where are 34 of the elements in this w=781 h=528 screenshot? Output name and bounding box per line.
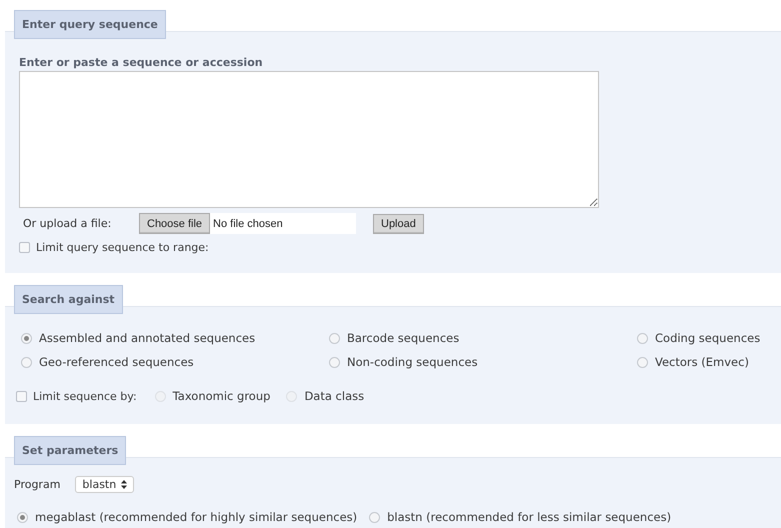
file-status: No file chosen (212, 218, 283, 230)
section-title: Search against (14, 285, 123, 314)
radio-button[interactable] (369, 512, 380, 522)
upload-label: Or upload a file: (23, 217, 112, 230)
radio-label: Assembled and annotated sequences (39, 331, 256, 345)
program-select[interactable]: blastn (75, 476, 134, 493)
section-title: Enter query sequence (14, 10, 166, 39)
checkbox-label: Limit sequence by: (33, 390, 137, 402)
radio-button[interactable] (21, 356, 32, 368)
section-title: Set parameters (14, 436, 126, 465)
radio-label: blastn (recommended for less similar sequences) (387, 510, 672, 524)
radio-label: Non-coding sequences (347, 355, 478, 369)
radio-button[interactable] (637, 332, 648, 344)
radio-label: Data class (304, 389, 364, 403)
radio-label: Barcode sequences (347, 331, 460, 345)
radio-label: Coding sequences (655, 331, 760, 345)
upload-button[interactable]: Upload (373, 214, 424, 234)
radio-button[interactable] (637, 356, 648, 368)
program-label: Program (14, 478, 60, 491)
radio-label: megablast (recommended for highly similar sequences) (35, 510, 358, 524)
radio-label: Taxonomic group (172, 389, 270, 403)
radio-label: Vectors (Emvec) (655, 355, 749, 369)
checkbox[interactable] (19, 242, 30, 253)
radio-button[interactable] (329, 356, 340, 368)
sequence-input-field[interactable] (19, 71, 599, 208)
checkbox-label: Limit query sequence to range: (36, 241, 209, 254)
radio-button[interactable] (329, 332, 340, 344)
choose-file-button[interactable]: Choose file (139, 213, 210, 234)
radio-label: Geo-referenced sequences (39, 355, 194, 369)
radio-button[interactable] (21, 332, 32, 344)
field-label: Enter or paste a sequence or accession (19, 56, 264, 69)
updown-arrow-icon (121, 480, 128, 489)
checkbox[interactable] (16, 390, 27, 402)
radio-button[interactable] (17, 512, 28, 522)
